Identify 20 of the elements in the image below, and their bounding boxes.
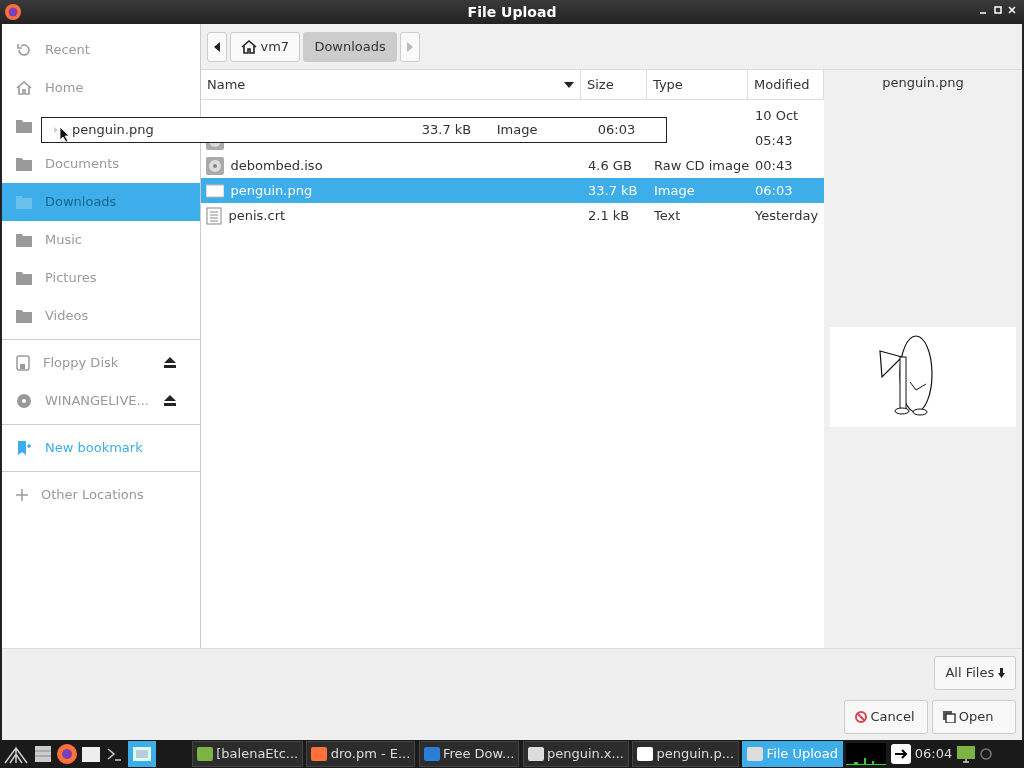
window-title: File Upload (467, 2, 557, 22)
table-cell: 06:03 (755, 183, 793, 198)
file-size: 33.7 kB (421, 121, 473, 140)
clock: 06:04 (914, 745, 953, 764)
file-name: penguin.png (230, 182, 313, 200)
table-cell: 2.1 kB (588, 208, 630, 223)
file-modified: 06:03 (597, 121, 637, 140)
file-type: Image (496, 121, 539, 140)
file-name: penis.crt (228, 207, 286, 225)
table-cell: 4.6 GB (588, 158, 632, 173)
table-cell: 33.7 kB (588, 183, 638, 198)
table-cell: Raw CD image (654, 158, 750, 173)
table-cell: Yesterday (755, 208, 819, 223)
preview-title: penguin.png (882, 74, 964, 93)
table-cell: Image (654, 183, 695, 198)
table-cell: 00:43 (755, 158, 793, 173)
table-cell: Text (654, 208, 681, 223)
file-name: penguin.png (72, 121, 154, 140)
table-cell: 05:43 (755, 133, 793, 148)
file-name: debombed.iso (230, 157, 323, 175)
